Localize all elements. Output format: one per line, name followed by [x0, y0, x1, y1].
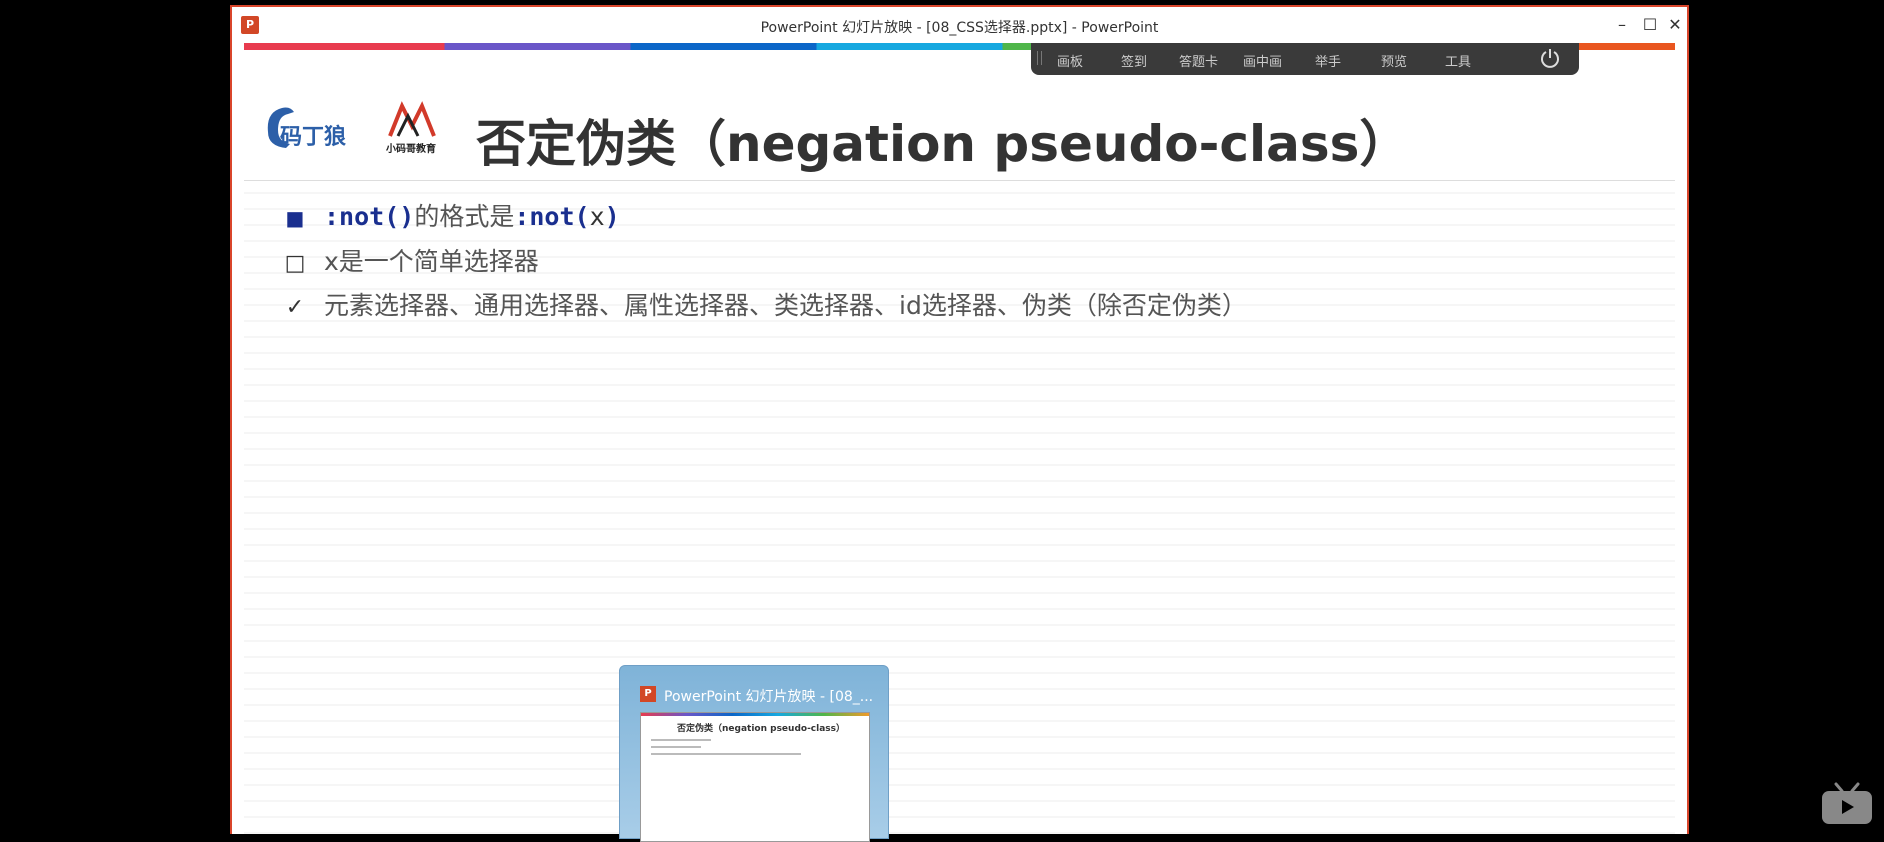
powerpoint-window: P PowerPoint 幻灯片放映 - [08_CSS选择器.pptx] - …: [230, 5, 1689, 842]
power-icon[interactable]: [1539, 47, 1561, 69]
thumb-powerpoint-icon: P: [640, 686, 656, 702]
toolbar-item-pip[interactable]: 画中画: [1243, 51, 1282, 70]
thumb-title: PowerPoint 幻灯片放映 - [08_...: [664, 689, 874, 705]
toolbar-item-checkin[interactable]: 签到: [1121, 51, 1147, 70]
slide-title: 否定伪类（negation pseudo-class）: [476, 115, 1410, 173]
mading-wolf-logo-icon: 码丁狼: [267, 107, 346, 150]
bullet-not-format: ■ :not()的格式是:not(x): [284, 197, 620, 233]
slide-canvas: 码丁狼 小码哥教育 否定伪类（negation pseudo-class） ■:…: [244, 50, 1675, 834]
toolbar-item-answer-card[interactable]: 答题卡: [1179, 51, 1218, 70]
close-button[interactable]: ✕: [1661, 13, 1689, 37]
svg-text:码丁狼: 码丁狼: [280, 124, 346, 150]
minimize-button[interactable]: –: [1608, 13, 1636, 37]
xiaomage-logo-icon: 小码哥教育: [385, 101, 436, 155]
thumb-color-stripe: [641, 713, 869, 716]
toolbar-item-tools[interactable]: 工具: [1445, 51, 1471, 70]
x-placeholder: x: [589, 202, 605, 231]
toolbar-grip-icon[interactable]: [1037, 51, 1042, 65]
filled-square-bullet-icon: ■: [285, 206, 305, 230]
not-code: :not(): [324, 202, 415, 231]
bullet-text: 元素选择器、通用选择器、属性选择器、类选择器、id选择器、伪类（除否定伪类）: [324, 291, 1247, 320]
title-bar: P PowerPoint 幻灯片放映 - [08_CSS选择器.pptx] - …: [232, 7, 1687, 43]
not-code-2: :not(: [514, 202, 590, 231]
thumb-text-line: [651, 746, 701, 748]
window-title: PowerPoint 幻灯片放映 - [08_CSS选择器.pptx] - Po…: [760, 20, 1159, 36]
bullet-text: 的格式是: [414, 202, 515, 231]
classroom-toolbar: 画板 签到 答题卡 画中画 举手 预览 工具: [1031, 43, 1579, 75]
toolbar-item-preview[interactable]: 预览: [1381, 51, 1407, 70]
thumb-text-line: [651, 753, 801, 755]
thumb-inner-title: 否定伪类（negation pseudo-class）: [677, 724, 846, 734]
toolbar-item-raise-hand[interactable]: 举手: [1315, 51, 1341, 70]
bilibili-tv-icon: [1822, 782, 1872, 824]
toolbar-item-draw[interactable]: 画板: [1057, 51, 1083, 70]
close-paren: ): [604, 202, 620, 231]
bullet-selector-list: ✓ 元素选择器、通用选择器、属性选择器、类选择器、id选择器、伪类（除否定伪类）: [284, 286, 1247, 322]
bullet-simple-selector: □ x是一个简单选择器: [284, 242, 539, 278]
taskbar-thumbnail-preview[interactable]: P PowerPoint 幻灯片放映 - [08_... 否定伪类（negati…: [619, 665, 889, 842]
bullet-text: x是一个简单选择器: [324, 247, 539, 276]
checkmark-bullet-icon: ✓: [285, 295, 305, 320]
hollow-square-bullet-icon: □: [284, 251, 306, 276]
thumb-text-line: [651, 739, 711, 741]
svg-text:小码哥教育: 小码哥教育: [385, 142, 436, 155]
maximize-button[interactable]: ☐: [1636, 13, 1664, 37]
thumb-slide-preview: 否定伪类（negation pseudo-class）: [640, 712, 870, 842]
